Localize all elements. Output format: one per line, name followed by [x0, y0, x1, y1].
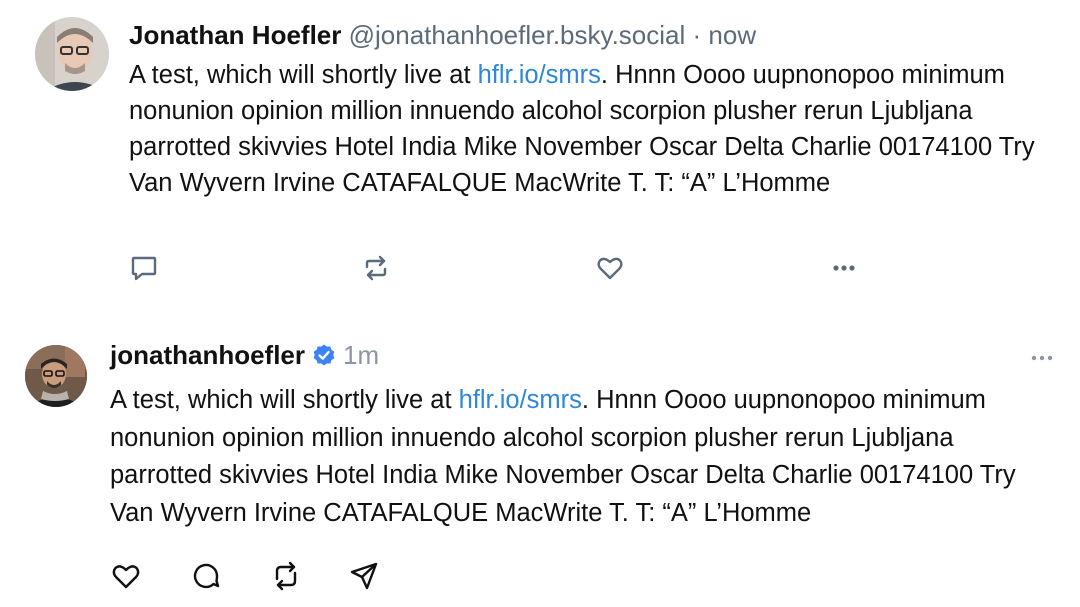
- post-link[interactable]: hflr.io/smrs: [459, 386, 582, 414]
- reply-icon: [131, 256, 157, 281]
- repost-button[interactable]: [358, 250, 394, 286]
- post-text: A test, which will shortly live at hflr.…: [110, 382, 1055, 532]
- post-header: jonathanhoefler 1m: [110, 338, 379, 372]
- repost-button[interactable]: [268, 558, 304, 594]
- post-header: Jonathan Hoefler @jonathanhoefler.bsky.s…: [129, 18, 756, 52]
- avatar[interactable]: [25, 345, 87, 407]
- post-text-start: A test, which will shortly live at: [129, 61, 478, 89]
- verified-badge-icon: [313, 344, 335, 366]
- like-icon: [597, 257, 623, 280]
- reply-button[interactable]: [126, 250, 162, 286]
- like-button[interactable]: [108, 558, 144, 594]
- like-button[interactable]: [592, 250, 628, 286]
- username[interactable]: jonathanhoefler: [110, 340, 305, 370]
- separator: ·: [692, 20, 702, 50]
- more-button[interactable]: [1024, 340, 1060, 376]
- post-threads: jonathanhoefler 1m A test, which will sh…: [0, 322, 1080, 607]
- handle[interactable]: @jonathanhoefler.bsky.social: [349, 20, 686, 50]
- timestamp[interactable]: 1m: [343, 340, 379, 370]
- heart-icon: [112, 565, 140, 589]
- comment-icon: [193, 563, 220, 589]
- avatar[interactable]: [35, 17, 109, 91]
- more-icon: [833, 265, 855, 271]
- share-button[interactable]: [346, 558, 382, 594]
- repost-icon: [365, 255, 387, 281]
- repost-icon: [275, 561, 297, 591]
- post-text: A test, which will shortly live at hflr.…: [129, 57, 1059, 201]
- post-link[interactable]: hflr.io/smrs: [478, 61, 601, 89]
- more-button[interactable]: [826, 250, 862, 286]
- more-icon: [1031, 355, 1053, 361]
- post-bluesky: Jonathan Hoefler @jonathanhoefler.bsky.s…: [0, 0, 1080, 300]
- display-name[interactable]: Jonathan Hoefler: [129, 20, 341, 50]
- timestamp[interactable]: now: [708, 20, 756, 50]
- post-text-start: A test, which will shortly live at: [110, 386, 459, 414]
- share-icon: [350, 562, 378, 590]
- reply-button[interactable]: [188, 558, 224, 594]
